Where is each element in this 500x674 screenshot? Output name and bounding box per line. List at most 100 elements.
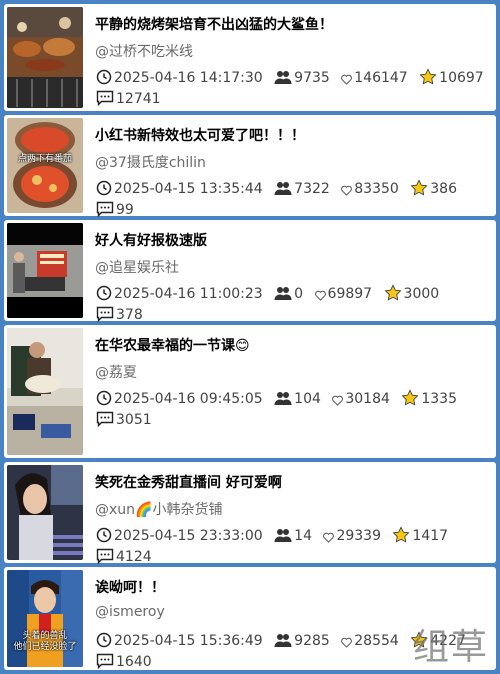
time-value: 2025-04-15 15:36:49 [114, 633, 263, 649]
followers-value: 0 [294, 286, 304, 302]
stars-count: 1417 [392, 526, 448, 547]
post-author[interactable]: @追星娱乐社 [95, 257, 179, 277]
post-title[interactable]: 在华农最幸福的一节课😊 [95, 335, 250, 355]
video-thumbnail[interactable] [7, 7, 83, 108]
stars-value: 1417 [412, 528, 449, 544]
thumbnail-caption: 点两下有番茄 [17, 154, 72, 164]
post-meta: 2025-04-16 09:45:05 104 30184 1335 3051 [96, 389, 494, 431]
comment-icon [96, 548, 114, 564]
post-author[interactable]: @xun🌈小韩杂货铺 [95, 499, 222, 519]
likes-value: 146147 [354, 70, 408, 86]
followers-value: 7322 [294, 181, 330, 197]
post-title[interactable]: 诶呦呵！！ [95, 577, 165, 597]
time-value: 2025-04-16 11:00:23 [114, 286, 263, 302]
followers-count: 14 [274, 526, 312, 547]
comments-value: 378 [116, 307, 143, 323]
followers-value: 9735 [294, 70, 330, 86]
comments-value: 99 [116, 202, 134, 218]
stars-value: 10697 [439, 70, 484, 86]
feed-card[interactable]: 笑死在金秀甜直播间 好可爱啊 @xun🌈小韩杂货铺 2025-04-15 23:… [4, 462, 496, 565]
post-author[interactable]: @荔夏 [95, 362, 137, 382]
video-thumbnail[interactable] [7, 465, 83, 560]
stars-count: 386 [410, 179, 457, 200]
thumbnail-image [7, 118, 83, 213]
likes-count: 28554 [341, 631, 399, 652]
post-title[interactable]: 笑死在金秀甜直播间 好可爱啊 [95, 472, 282, 492]
video-thumbnail[interactable] [7, 328, 83, 455]
followers-count: 9735 [274, 68, 330, 89]
heart-icon [314, 290, 326, 301]
heart-icon [341, 637, 353, 648]
likes-value: 83350 [354, 181, 399, 197]
comments-count: 1640 [96, 652, 152, 673]
watermark: 组草 [413, 627, 490, 668]
stars-value: 3000 [403, 286, 440, 302]
likes-value: 28554 [354, 633, 399, 649]
thumbnail-image [7, 328, 83, 455]
feed-card[interactable]: 点两下有番茄 小红书新特效也太可爱了吧！！！ @37摄氏度chilin 2025… [4, 115, 496, 218]
post-time: 2025-04-15 15:36:49 [96, 631, 263, 652]
comments-count: 4124 [96, 547, 152, 568]
comments-count: 378 [96, 305, 143, 326]
time-value: 2025-04-15 23:33:00 [114, 528, 263, 544]
thumbnail-image [7, 7, 83, 108]
clock-icon [96, 285, 112, 301]
users-icon [274, 634, 292, 647]
time-value: 2025-04-15 13:35:44 [114, 181, 263, 197]
video-thumbnail[interactable]: 头着的兽乱 他们已经没脸了 [7, 570, 83, 667]
post-title[interactable]: 好人有好报极速版 [95, 230, 207, 250]
likes-count: 83350 [341, 179, 399, 200]
stars-value: 1335 [421, 391, 457, 407]
video-thumbnail[interactable] [7, 223, 83, 318]
thumbnail-caption: 头着的兽乱 他们已经没脸了 [13, 631, 77, 652]
comment-icon [96, 653, 114, 669]
feed-card[interactable]: 平静的烧烤架培育不出凶猛的大鲨鱼！ @过桥不吃米线 2025-04-16 14:… [4, 4, 496, 111]
followers-count: 104 [274, 389, 321, 410]
clock-icon [96, 390, 112, 406]
post-author[interactable]: @37摄氏度chilin [95, 152, 206, 172]
time-value: 2025-04-16 14:17:30 [114, 70, 263, 86]
comments-value: 12741 [116, 91, 161, 107]
likes-value: 30184 [345, 391, 390, 407]
post-author[interactable]: @ismeroy [95, 604, 165, 620]
heart-icon [341, 185, 353, 196]
video-thumbnail[interactable]: 点两下有番茄 [7, 118, 83, 213]
post-meta: 2025-04-15 23:33:00 14 29339 1417 4124 [96, 526, 494, 568]
comments-value: 4124 [116, 549, 152, 565]
post-time: 2025-04-16 14:17:30 [96, 68, 263, 89]
likes-count: 30184 [332, 389, 390, 410]
likes-count: 146147 [341, 68, 408, 89]
stars-value: 386 [430, 181, 457, 197]
likes-count: 29339 [323, 526, 381, 547]
followers-value: 9285 [294, 633, 330, 649]
feed-card[interactable]: 好人有好报极速版 @追星娱乐社 2025-04-16 11:00:23 0 69… [4, 220, 496, 323]
users-icon [274, 392, 292, 405]
post-meta: 2025-04-15 13:35:44 7322 83350 386 99 [96, 179, 494, 221]
star-icon [401, 389, 419, 406]
comments-value: 3051 [116, 412, 152, 428]
star-icon [410, 179, 428, 196]
heart-icon [323, 532, 335, 543]
clock-icon [96, 180, 112, 196]
stars-count: 3000 [384, 284, 440, 305]
post-time: 2025-04-15 13:35:44 [96, 179, 263, 200]
clock-icon [96, 69, 112, 85]
followers-value: 104 [294, 391, 321, 407]
feed-card[interactable]: 在华农最幸福的一节课😊 @荔夏 2025-04-16 09:45:05 104 … [4, 325, 496, 458]
post-author[interactable]: @过桥不吃米线 [95, 41, 193, 61]
stars-count: 10697 [419, 68, 484, 89]
followers-count: 7322 [274, 179, 330, 200]
post-title[interactable]: 平静的烧烤架培育不出凶猛的大鲨鱼！ [95, 14, 333, 34]
post-title[interactable]: 小红书新特效也太可爱了吧！！！ [95, 125, 305, 145]
followers-count: 0 [274, 284, 303, 305]
comments-count: 99 [96, 200, 134, 221]
comment-icon [96, 90, 114, 106]
comment-icon [96, 306, 114, 322]
time-value: 2025-04-16 09:45:05 [114, 391, 263, 407]
post-time: 2025-04-16 11:00:23 [96, 284, 263, 305]
heart-icon [341, 74, 353, 85]
likes-count: 69897 [314, 284, 372, 305]
post-meta: 2025-04-16 11:00:23 0 69897 3000 378 [96, 284, 494, 326]
users-icon [274, 529, 292, 542]
users-icon [274, 287, 292, 300]
